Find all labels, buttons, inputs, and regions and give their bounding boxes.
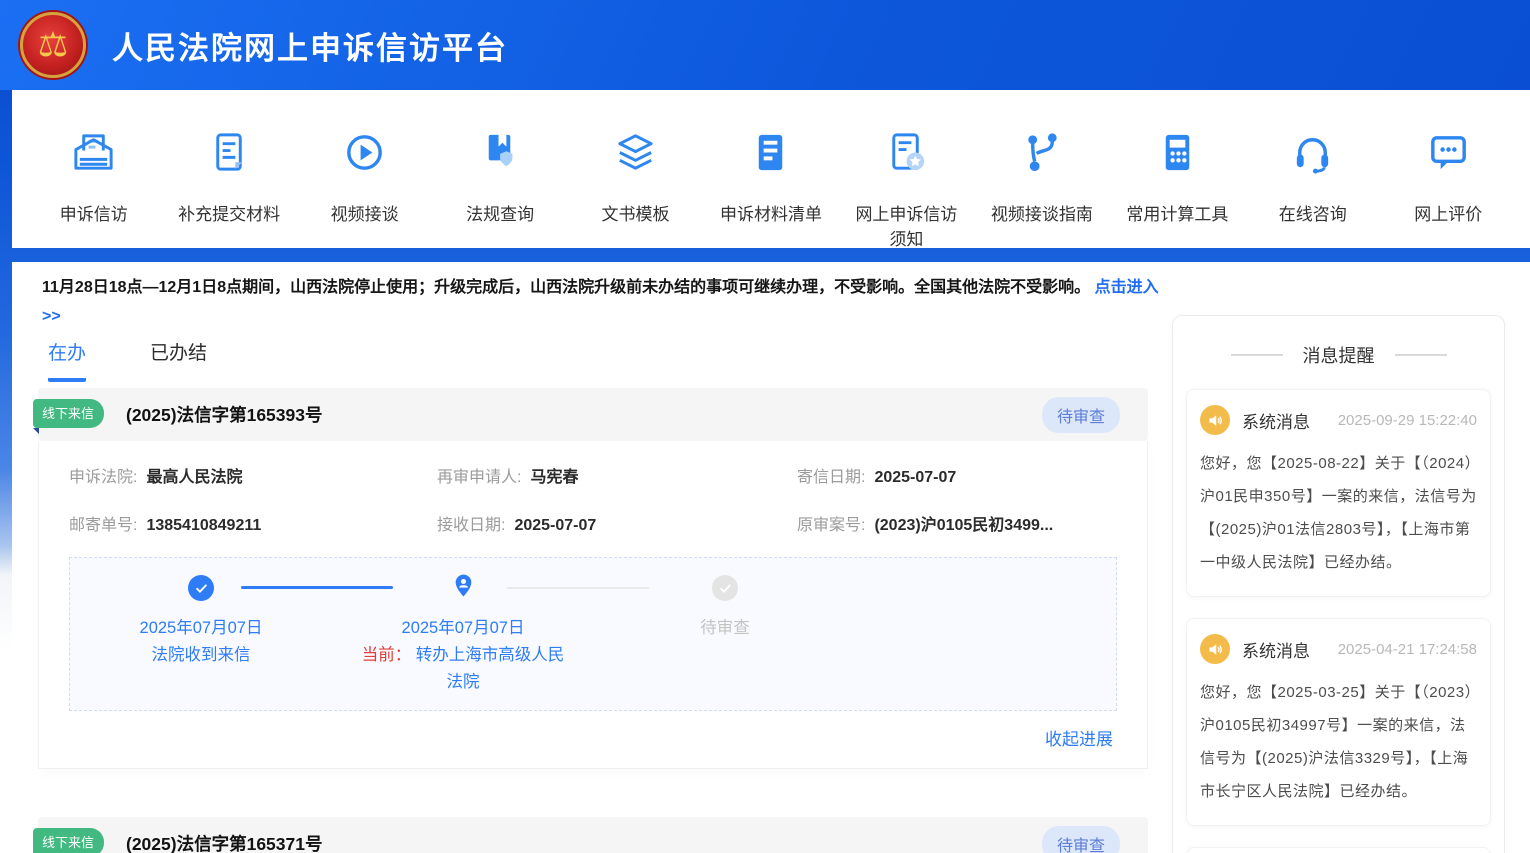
progress-timeline: 2025年07月07日 法院收到来信 2025年07月07日 当前： 转办上海市…: [69, 557, 1117, 711]
timeline-step-received: 2025年07月07日 法院收到来信: [70, 573, 332, 696]
case-card-2: 线下来信 (2025)法信字第165371号 待审查: [38, 817, 1148, 853]
calculator-icon: [1154, 129, 1201, 181]
message-sidebar: 消息提醒 系统消息 2025-09-29 15:22:40 您好，您【2025-…: [1172, 315, 1505, 853]
nav-item-video-guide[interactable]: 视频接谈指南: [974, 90, 1109, 248]
timeline-step-text: 待审查: [594, 615, 856, 642]
case-card-1: 线下来信 (2025)法信字第165393号 待审查 申诉法院:最高人民法院 再…: [38, 388, 1148, 769]
message-header: 系统消息 2025-09-29 15:22:40: [1200, 405, 1477, 435]
speaker-icon: [1200, 405, 1230, 435]
nav-item-video-interview[interactable]: 视频接谈: [297, 90, 432, 248]
title-dash-left: [1231, 354, 1283, 356]
video-play-icon: [341, 129, 388, 181]
field-tracking-number: 邮寄单号:1385410849211: [69, 511, 437, 535]
branch-icon: [1018, 129, 1065, 181]
top-header: ⚖ 人民法院网上申诉信访平台: [0, 0, 1530, 90]
system-notice: 11月28日18点—12月1日8点期间，山西法院停止使用；升级完成后，山西法院升…: [42, 273, 1160, 331]
field-original-case-number: 原审案号:(2023)沪0105民初3499...: [797, 511, 1117, 535]
nav-item-petition-notice[interactable]: 网上申诉信访须知: [839, 90, 974, 248]
timeline-step-current: 2025年07月07日 当前： 转办上海市高级人民法院: [332, 573, 594, 696]
nav-item-document-templates[interactable]: 文书模板: [568, 90, 703, 248]
timeline-step-text: 2025年07月07日 法院收到来信: [70, 615, 332, 669]
document-icon: [206, 129, 253, 181]
message-title: 系统消息: [1242, 637, 1310, 662]
scales-icon: ⚖: [38, 28, 68, 62]
nav-item-law-search[interactable]: 法规查询: [432, 90, 567, 248]
timeline-step-pending-review: 待审查: [594, 573, 856, 696]
message-time: 2025-09-29 15:22:40: [1338, 412, 1477, 429]
case-card-header: 线下来信 (2025)法信字第165393号 待审查: [38, 388, 1148, 441]
offline-letter-tag: 线下来信: [33, 399, 104, 428]
collapse-progress-link[interactable]: 收起进展: [69, 725, 1117, 750]
law-book-shield-icon: [477, 129, 524, 181]
field-mail-date: 寄信日期:2025-07-07: [797, 463, 1117, 487]
checklist-icon: [747, 129, 794, 181]
message-header: 系统消息 2025-04-21 17:24:58: [1200, 634, 1477, 664]
case-number: (2025)法信字第165371号: [126, 831, 322, 853]
case-card-header: 线下来信 (2025)法信字第165371号 待审查: [38, 817, 1148, 853]
location-pin-icon: [451, 573, 476, 603]
timeline-step-text: 2025年07月07日 当前： 转办上海市高级人民法院: [332, 615, 594, 696]
site-title: 人民法院网上申诉信访平台: [112, 23, 508, 68]
speaker-icon: [1200, 634, 1230, 664]
message-body: 您好，您【2025-08-22】关于【（2024）沪01民申350号】一案的来信…: [1200, 447, 1477, 579]
status-badge: 待审查: [1042, 826, 1120, 853]
case-list: 线下来信 (2025)法信字第165393号 待审查 申诉法院:最高人民法院 再…: [38, 388, 1148, 853]
nav-item-online-review[interactable]: 网上评价: [1381, 90, 1516, 248]
message-time: 2025-04-21 17:24:58: [1338, 641, 1477, 658]
check-circle-icon: [188, 575, 214, 601]
current-marker: 当前：: [362, 646, 412, 664]
feedback-bubble-icon: [1425, 129, 1472, 181]
nav-item-online-consult[interactable]: 在线咨询: [1245, 90, 1380, 248]
field-retrial-applicant: 再审申请人:马宪春: [437, 463, 797, 487]
nav-item-petition[interactable]: 申诉信访: [26, 90, 161, 248]
mail-icon: [70, 129, 117, 181]
case-fields: 申诉法院:最高人民法院 再审申请人:马宪春 寄信日期:2025-07-07 邮寄…: [69, 463, 1117, 535]
message-title: 系统消息: [1242, 408, 1310, 433]
message-item-2[interactable]: 系统消息 2025-04-21 17:24:58 您好，您【2025-03-25…: [1186, 618, 1491, 826]
message-item-1[interactable]: 系统消息 2025-09-29 15:22:40 您好，您【2025-08-22…: [1186, 389, 1491, 597]
title-dash-right: [1395, 354, 1447, 356]
nav-item-materials-checklist[interactable]: 申诉材料清单: [703, 90, 838, 248]
case-tabs: 在办 已办结: [48, 338, 207, 382]
message-body: 您好，您【2025-03-25】关于【（2023）沪0105民初34997号】一…: [1200, 676, 1477, 808]
field-receive-date: 接收日期:2025-07-07: [437, 511, 797, 535]
check-circle-pending-icon: [712, 575, 738, 601]
case-card-body: 申诉法院:最高人民法院 再审申请人:马宪春 寄信日期:2025-07-07 邮寄…: [38, 441, 1148, 769]
layers-icon: [612, 129, 659, 181]
nav-item-supplement-materials[interactable]: 补充提交材料: [161, 90, 296, 248]
main-panel: 11月28日18点—12月1日8点期间，山西法院停止使用；升级完成后，山西法院升…: [12, 262, 1530, 853]
notice-text: 11月28日18点—12月1日8点期间，山西法院停止使用；升级完成后，山西法院升…: [42, 279, 1090, 296]
headset-icon: [1289, 129, 1336, 181]
sidebar-title-row: 消息提醒: [1186, 342, 1491, 368]
tab-completed[interactable]: 已办结: [150, 338, 207, 382]
main-navbar: 申诉信访 补充提交材料 视频接谈 法规查询 文书模板 申诉材料清单 网上申诉信访…: [12, 90, 1530, 248]
tab-in-progress[interactable]: 在办: [48, 338, 86, 382]
court-emblem-logo: ⚖: [20, 12, 86, 78]
message-item-3[interactable]: 系统消息 2025-04-21 17:23:12: [1186, 847, 1491, 853]
page: ⚖ 人民法院网上申诉信访平台 申诉信访 补充提交材料 视频接谈 法规查询 文书模…: [0, 0, 1530, 853]
nav-item-calculator-tools[interactable]: 常用计算工具: [1110, 90, 1245, 248]
status-badge: 待审查: [1042, 397, 1120, 433]
case-number: (2025)法信字第165393号: [126, 402, 322, 427]
field-petition-court: 申诉法院:最高人民法院: [69, 463, 437, 487]
offline-letter-tag: 线下来信: [33, 828, 104, 853]
sidebar-title: 消息提醒: [1303, 342, 1375, 368]
notice-doc-star-icon: [883, 129, 930, 181]
